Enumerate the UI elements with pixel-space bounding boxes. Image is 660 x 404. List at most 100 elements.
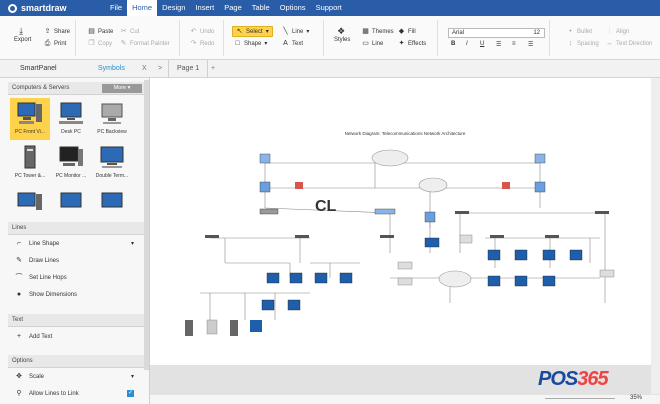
menu-table[interactable]: Table (247, 0, 275, 16)
bullet-button[interactable]: • Bullet (567, 28, 592, 35)
spacing-label: Spacing (577, 40, 599, 47)
symbol-double-terminal[interactable]: Double Term... (92, 142, 132, 184)
bold-button[interactable]: B (451, 41, 455, 47)
line-shape-label: Line Shape (29, 240, 60, 247)
pc-b (289, 272, 303, 284)
set-line-hops-item[interactable]: ⌒ Set Line Hops (14, 274, 134, 281)
pc-icon (17, 192, 42, 210)
text-button[interactable]: A Text (282, 40, 303, 47)
line-style-button[interactable]: ▭ Line (362, 40, 383, 47)
fill-button[interactable]: ◆ Fill (398, 28, 416, 35)
redo-button[interactable]: ↷ Redo (190, 40, 215, 47)
draw-lines-item[interactable]: ✎ Draw Lines (14, 257, 134, 264)
align-center-icon[interactable]: ≡ (512, 41, 516, 47)
undo-button[interactable]: ↶ Undo (190, 28, 215, 35)
symbol-pc-front-view[interactable]: PC Front Vi... (10, 98, 50, 140)
app-logo: smartdraw (0, 0, 105, 16)
print-button[interactable]: ⎙ Print (44, 40, 67, 47)
switch-center (424, 211, 436, 223)
tab-smartpanel[interactable]: SmartPanel (12, 60, 65, 78)
paste-label: Paste (98, 28, 114, 35)
symbol-label: PC Front Vi... (15, 129, 45, 135)
underline-button[interactable]: U (480, 41, 484, 47)
add-page-icon[interactable]: + (203, 60, 223, 78)
zoom-level[interactable]: 35% (630, 395, 642, 401)
allow-lines-to-link-item[interactable]: ⚲ Allow Lines to Link ✓ (14, 390, 134, 397)
menu-options[interactable]: Options (275, 0, 311, 16)
draw-lines-icon: ✎ (16, 257, 22, 264)
symbol-pc-partial-3[interactable] (92, 186, 132, 212)
line-shape-item[interactable]: ⌐ Line Shape ▾ (14, 240, 134, 247)
drawing-canvas[interactable]: Network Diagram: Telecommunications Netw… (150, 78, 651, 365)
export-label: Export (14, 37, 32, 43)
firewall-right (502, 182, 510, 189)
share-button[interactable]: ⇪ Share (44, 28, 70, 35)
shape-button[interactable]: □ Shape ▾ (234, 40, 267, 47)
menu-support[interactable]: Support (311, 0, 347, 16)
server-left (259, 153, 271, 164)
scale-item[interactable]: ✥ Scale ▾ (14, 373, 134, 380)
font-family-value: Arial (452, 30, 465, 36)
menu-file[interactable]: File (105, 0, 127, 16)
switch-left (259, 181, 271, 193)
text-section-header[interactable]: Text (8, 314, 148, 327)
text-label: Text (292, 40, 304, 47)
align-button[interactable]: ⫶ Align (606, 28, 630, 35)
menu-home[interactable]: Home (127, 0, 158, 16)
spacing-button[interactable]: ↕ Spacing (567, 40, 599, 47)
pc-f (287, 299, 301, 311)
symbol-pc-partial-2[interactable] (51, 186, 91, 212)
canvas-vertical-scrollbar[interactable] (651, 78, 660, 394)
symbol-pc-backview[interactable]: PC Backview (92, 98, 132, 140)
more-label: More (113, 85, 127, 91)
pc-n (542, 275, 556, 287)
styles-icon: ❖ (337, 26, 346, 36)
options-section-header[interactable]: Options (8, 355, 148, 368)
devices (185, 153, 615, 336)
smart-panel: Computers & Servers More ▾ PC Front Vi..… (0, 78, 150, 404)
copy-icon: ❐ (88, 40, 95, 47)
add-text-icon: + (16, 333, 22, 340)
allow-lines-checkbox[interactable]: ✓ (127, 390, 134, 397)
add-text-item[interactable]: + Add Text (14, 333, 134, 340)
symbol-label: Desk PC (61, 129, 81, 135)
label-box-2 (397, 277, 413, 286)
cut-button[interactable]: ✂ Cut (120, 28, 140, 35)
line-button[interactable]: ╲ Line ▾ (282, 28, 309, 35)
align-right-icon[interactable]: ☰ (528, 41, 533, 48)
copy-button[interactable]: ❐ Copy (88, 40, 112, 47)
menu-page[interactable]: Page (219, 0, 247, 16)
export-button[interactable]: ⤓ Export (14, 27, 32, 44)
menu-insert[interactable]: Insert (190, 0, 219, 16)
themes-button[interactable]: ▦ Themes (362, 28, 394, 35)
show-dimensions-item[interactable]: ● Show Dimensions (14, 291, 134, 298)
font-family-select[interactable]: Arial 12 (448, 28, 545, 38)
effects-button[interactable]: ✦ Effects (398, 40, 427, 47)
more-button[interactable]: More ▾ (102, 84, 142, 93)
italic-button[interactable]: I (466, 41, 468, 47)
pc-d (339, 272, 353, 284)
share-icon: ⇪ (44, 28, 51, 35)
symbol-pc-tower[interactable]: PC Tower &... (10, 142, 50, 184)
align-left-icon[interactable]: ☰ (496, 41, 501, 48)
menu-design[interactable]: Design (157, 0, 190, 16)
styles-button[interactable]: ❖ Styles (334, 26, 350, 44)
format-painter-button[interactable]: ✎ Format Painter (120, 40, 170, 47)
symbol-pc-monitor[interactable]: PC Monitor ... (51, 142, 91, 184)
symbol-pc-partial-1[interactable] (10, 186, 50, 212)
font-size-value[interactable]: 12 (533, 29, 540, 38)
hub-1 (205, 235, 219, 238)
zoom-slider[interactable] (545, 398, 615, 399)
tab-symbols[interactable]: Symbols (90, 60, 133, 78)
panel-scrollbar[interactable] (144, 80, 149, 370)
status-bar (150, 395, 660, 404)
paste-button[interactable]: ▤ Paste (88, 28, 113, 35)
format-painter-label: Format Painter (130, 40, 170, 47)
symbol-label: PC Backview (97, 129, 127, 135)
redo-label: Redo (200, 40, 215, 47)
text-direction-button[interactable]: ↔ Text Direction (606, 40, 652, 47)
symbol-category-header[interactable]: Computers & Servers More ▾ (8, 82, 148, 95)
symbol-desk-pc[interactable]: Desk PC (51, 98, 91, 140)
select-button[interactable]: ↖ Select ▾ (232, 26, 273, 37)
lines-section-header[interactable]: Lines (8, 222, 148, 235)
